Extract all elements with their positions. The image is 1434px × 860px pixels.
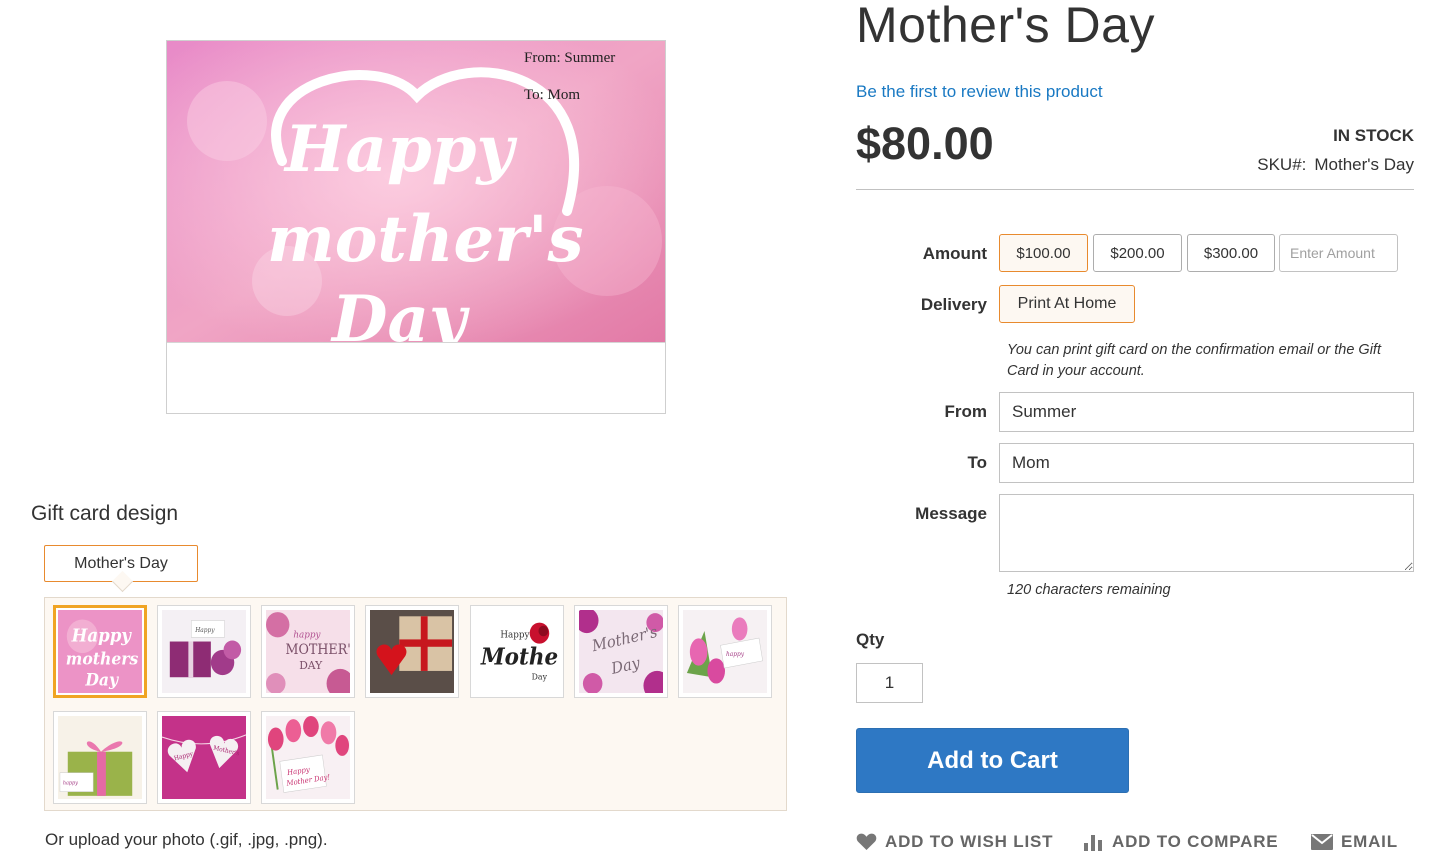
gift-card-preview-image: Happy mother's Day From: Summer To: Mom	[167, 41, 665, 342]
svg-text:DAY: DAY	[299, 658, 323, 671]
gift-card-design-title: Gift card design	[31, 502, 179, 525]
to-field[interactable]	[999, 443, 1414, 483]
product-title: Mother's Day	[856, 0, 1155, 53]
add-to-cart-button[interactable]: Add to Cart	[856, 728, 1129, 793]
email-link[interactable]: EMAIL	[1311, 832, 1398, 852]
svg-text:Day: Day	[84, 670, 119, 690]
design-thumbnail[interactable]: happy	[53, 711, 147, 804]
svg-text:mother's: mother's	[267, 202, 584, 277]
qty-label: Qty	[856, 630, 885, 649]
delivery-note: You can print gift card on the confirmat…	[1007, 342, 1381, 379]
divider	[856, 189, 1414, 190]
heart-icon	[856, 833, 877, 850]
preview-to-text: To: Mom	[524, 87, 581, 103]
message-label: Message	[915, 504, 987, 523]
amount-option-100[interactable]: $100.00	[999, 234, 1088, 272]
svg-text:Happy: Happy	[283, 112, 517, 187]
from-label: From	[944, 402, 988, 421]
design-thumbnail[interactable]: Happy Mother's	[157, 711, 251, 804]
delivery-label: Delivery	[920, 295, 987, 314]
svg-text:Happy: Happy	[194, 627, 215, 634]
message-field[interactable]	[999, 494, 1414, 572]
design-thumbnail[interactable]: Happy	[157, 605, 251, 698]
delivery-option-print-at-home[interactable]: Print At Home	[999, 285, 1135, 323]
svg-text:happy: happy	[726, 651, 745, 658]
qty-input[interactable]	[856, 663, 923, 703]
preview-from-text: From: Summer	[524, 50, 616, 66]
svg-text:Day: Day	[532, 671, 548, 681]
design-tab-mothers-day[interactable]: Mother's Day	[44, 545, 198, 582]
sku-label: SKU#:	[1257, 155, 1307, 174]
characters-remaining: 120 characters remaining	[1007, 582, 1171, 598]
sku-value: Mother's Day	[1314, 155, 1414, 174]
design-thumbnail-panel: Happy mothers Day Happy happy MOTHER'S D…	[44, 597, 787, 811]
svg-text:happy: happy	[293, 630, 321, 640]
to-label: To	[967, 453, 987, 472]
email-label: EMAIL	[1341, 832, 1398, 851]
amount-label: Amount	[922, 244, 987, 263]
custom-amount-input[interactable]	[1279, 234, 1398, 272]
design-thumbnail[interactable]: happy	[678, 605, 772, 698]
stock-status: IN STOCK	[1333, 126, 1414, 145]
svg-text:MOTHER'S: MOTHER'S	[286, 643, 350, 659]
design-thumbnail[interactable]: happy MOTHER'S DAY	[261, 605, 355, 698]
add-to-compare-link[interactable]: ADD TO COMPARE	[1084, 832, 1278, 852]
design-thumbnail[interactable]: Happy Mother's Day	[470, 605, 564, 698]
design-thumbnail[interactable]: Mother's Day	[574, 605, 668, 698]
amount-option-200[interactable]: $200.00	[1093, 234, 1182, 272]
svg-text:Mother's: Mother's	[480, 644, 559, 671]
svg-text:Happy: Happy	[500, 630, 530, 640]
design-thumbnail[interactable]	[365, 605, 459, 698]
design-thumbnail[interactable]: Happy Mother Day!	[261, 711, 355, 804]
wishlist-label: ADD TO WISH LIST	[885, 832, 1054, 851]
upload-photo-text: Or upload your photo (.gif, .jpg, .png).	[45, 830, 328, 849]
amount-option-300[interactable]: $300.00	[1187, 234, 1275, 272]
review-link[interactable]: Be the first to review this product	[856, 82, 1103, 102]
from-field[interactable]	[999, 392, 1414, 432]
svg-text:mothers: mothers	[66, 649, 138, 669]
preview-message-area	[167, 342, 665, 413]
svg-text:happy: happy	[63, 780, 78, 786]
envelope-icon	[1311, 834, 1333, 850]
bar-chart-icon	[1084, 835, 1102, 851]
compare-label: ADD TO COMPARE	[1112, 832, 1279, 851]
product-sku: SKU#: Mother's Day	[1257, 155, 1414, 175]
design-thumbnail[interactable]: Happy mothers Day	[53, 605, 147, 698]
product-price: $80.00	[856, 118, 994, 169]
add-to-wishlist-link[interactable]: ADD TO WISH LIST	[856, 832, 1053, 852]
gift-card-preview: Happy mother's Day From: Summer To: Mom	[166, 40, 666, 414]
svg-text:Day: Day	[330, 282, 470, 342]
svg-text:Happy: Happy	[71, 626, 132, 647]
